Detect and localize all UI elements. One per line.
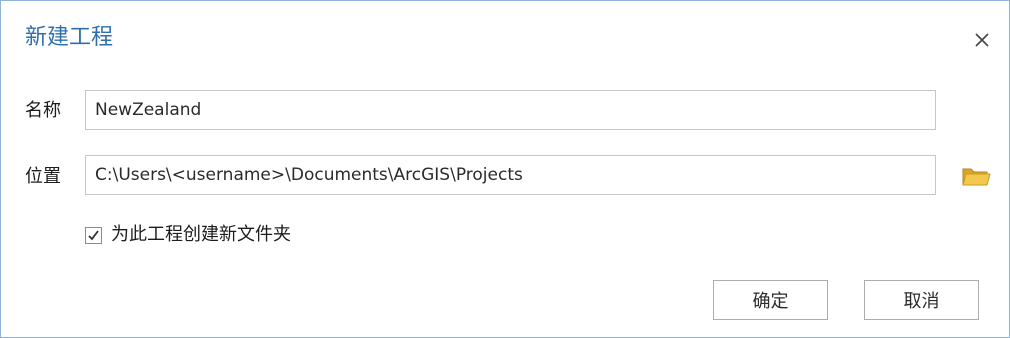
folder-open-icon [962,168,991,186]
name-label: 名称 [25,100,61,121]
name-input[interactable]: NewZealand [85,90,936,130]
cancel-button[interactable]: 取消 [864,280,979,320]
ok-button[interactable]: 确定 [713,280,828,320]
new-project-dialog: 新建工程 名称 NewZealand 位置 C:\Users\<username… [0,0,1010,338]
location-label: 位置 [25,166,61,187]
create-folder-option[interactable]: 为此工程创建新文件夹 [85,222,291,248]
dialog-title: 新建工程 [25,25,114,50]
create-folder-checkbox[interactable] [85,226,102,244]
browse-folder-button[interactable] [959,162,993,190]
close-icon [975,33,989,47]
location-input[interactable]: C:\Users\<username>\Documents\ArcGIS\Pro… [85,155,936,195]
create-folder-label: 为此工程创建新文件夹 [111,224,291,245]
checkmark-icon [88,229,99,240]
close-button[interactable] [969,27,995,53]
